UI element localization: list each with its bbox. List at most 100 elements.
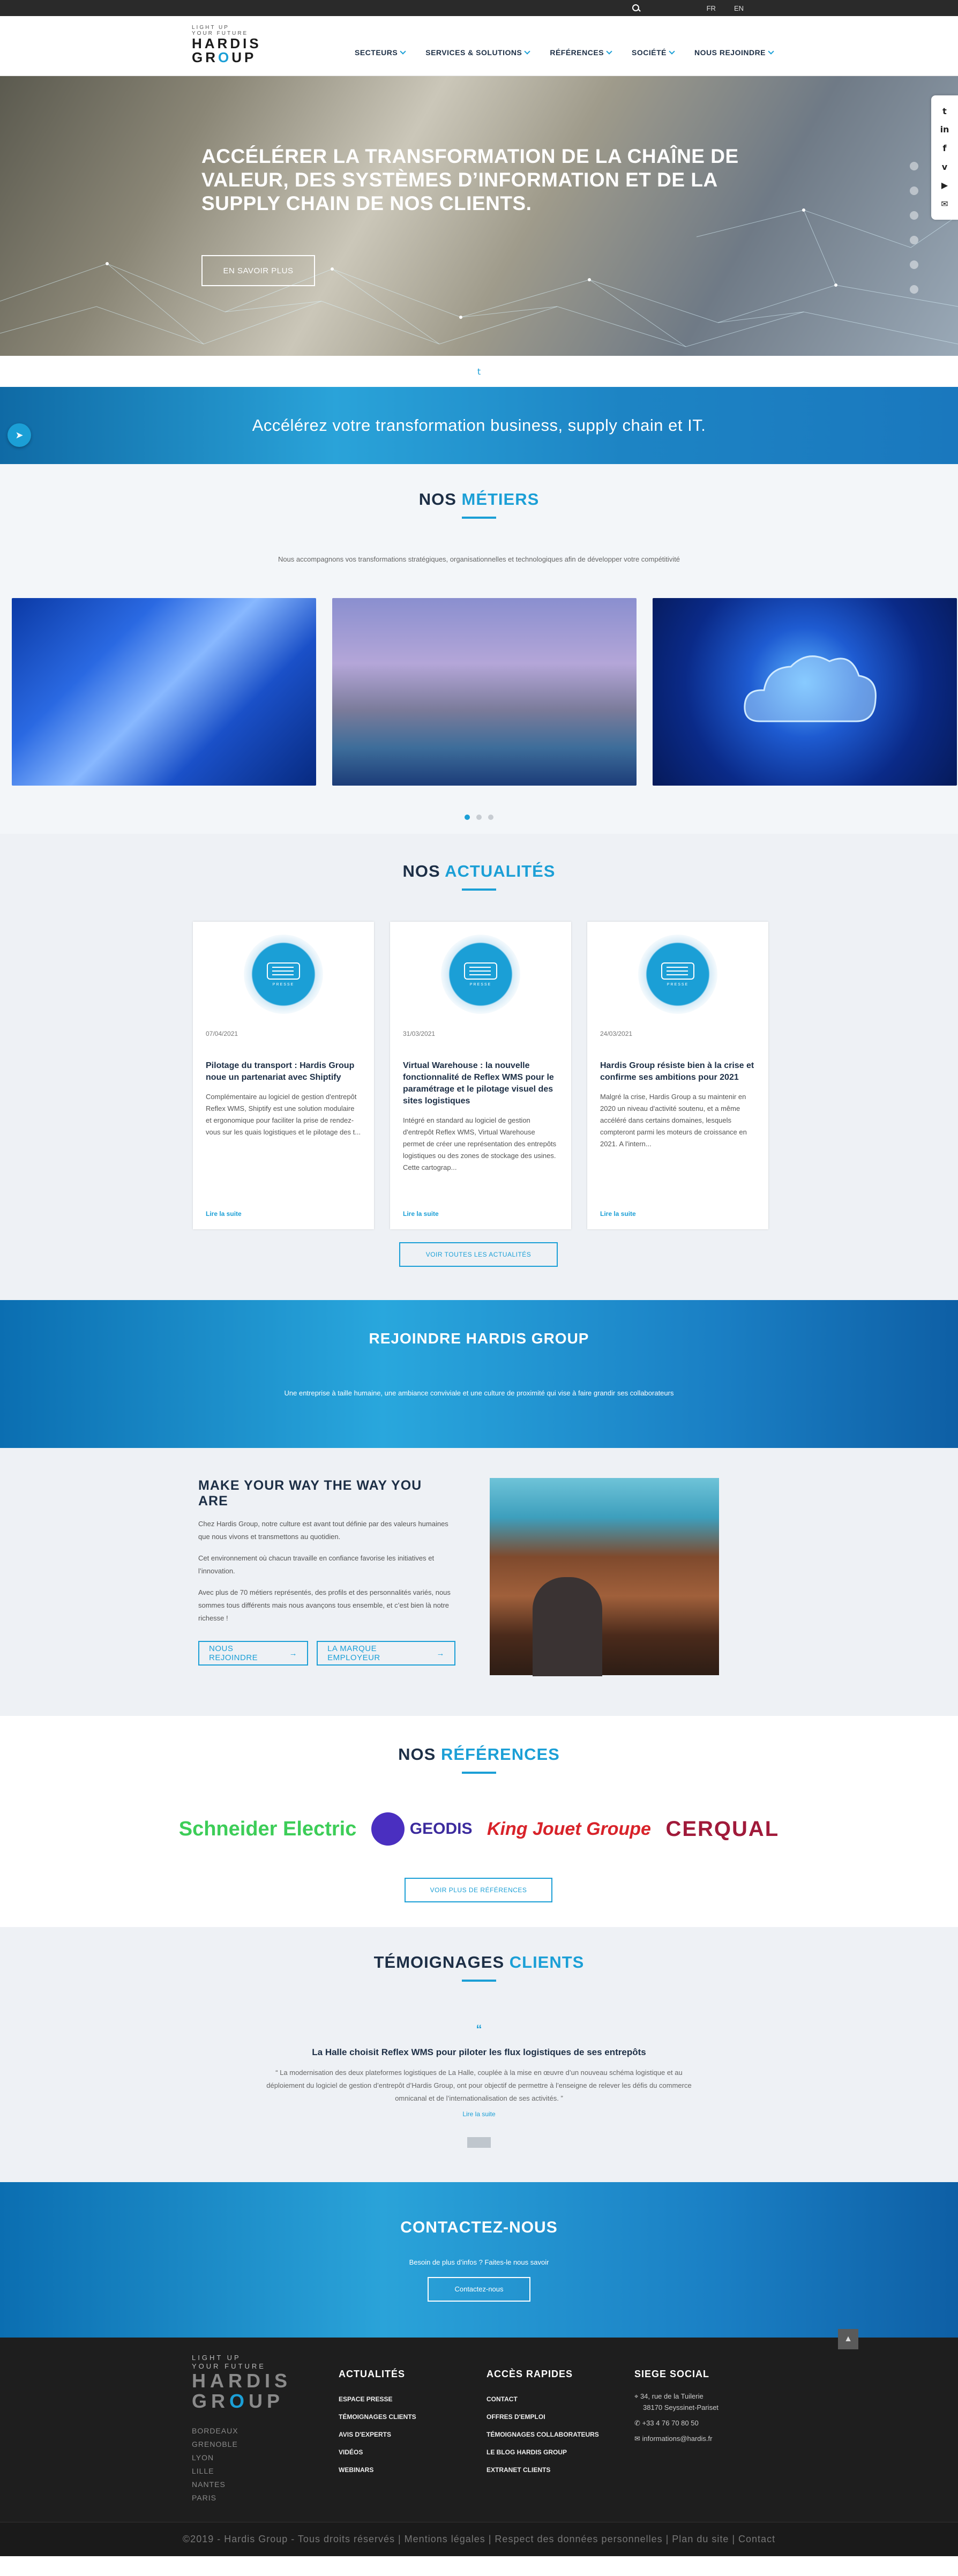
footer: LIGHT UP YOUR FUTURE HARDIS GROUP BORDEA… [0, 2338, 958, 2522]
contact-banner: CONTACTEZ-NOUS Besoin de plus d’infos ? … [0, 2182, 958, 2349]
main-nav: SECTEURS SERVICES & SOLUTIONS RÉFÉRENCES… [355, 48, 774, 57]
city: NANTES [192, 2480, 226, 2489]
footer-col-acces-rapides: ACCÈS RAPIDES CONTACT OFFRES D'EMPLOI TÉ… [487, 2369, 599, 2479]
footer-link[interactable]: AVIS D'EXPERTS [339, 2426, 416, 2444]
more-references-button[interactable]: VOIR PLUS DE RÉFÉRENCES [405, 1878, 552, 1902]
read-more-link[interactable]: Lire la suite [403, 1210, 439, 1218]
lang-fr-link[interactable]: FR [707, 4, 716, 12]
news-list: PRESSE 07/04/2021 Pilotage du transport … [193, 922, 768, 1229]
hero-slider-dots [910, 162, 918, 294]
footer-link[interactable]: OFFRES D'EMPLOI [487, 2408, 599, 2426]
cerqual-logo: CERQUAL [665, 1817, 780, 1841]
news-title[interactable]: Pilotage du transport : Hardis Group nou… [206, 1060, 361, 1084]
chat-icon[interactable]: ➤ [8, 423, 31, 447]
news-title[interactable]: Hardis Group résiste bien à la crise et … [600, 1060, 755, 1084]
footer-link[interactable]: TÉMOIGNAGES CLIENTS [339, 2408, 416, 2426]
reference-logos: Schneider Electric GEODIS King Jouet Gro… [0, 1812, 958, 1846]
twitter-icon[interactable]: t [477, 367, 481, 377]
facebook-icon[interactable]: f [938, 143, 951, 153]
city-list: BORDEAUX GRENOBLE LYON LILLE NANTES PARI… [192, 2424, 291, 2505]
footer-link[interactable]: VIDÉOS [339, 2444, 416, 2461]
metier-card-image[interactable] [12, 598, 316, 786]
king-jouet-logo: King Jouet Groupe [487, 1818, 651, 1839]
news-card[interactable]: PRESSE 07/04/2021 Pilotage du transport … [193, 922, 374, 1229]
search-icon[interactable] [632, 4, 640, 12]
slide-dot[interactable] [910, 236, 918, 244]
metiers-title: NOS MÉTIERS [418, 490, 540, 509]
read-more-link[interactable]: Lire la suite [600, 1210, 636, 1218]
slide-dot[interactable] [910, 186, 918, 195]
news-card[interactable]: PRESSE 24/03/2021 Hardis Group résiste b… [587, 922, 768, 1229]
testimonial-text: “ La modernisation des deux plateformes … [266, 2069, 692, 2102]
viadeo-icon[interactable]: v [938, 162, 951, 172]
nav-societe[interactable]: SOCIÉTÉ [632, 48, 675, 57]
footer-link[interactable]: TÉMOIGNAGES COLLABORATEURS [487, 2426, 599, 2444]
banner-text: Accélérez votre transformation business,… [252, 416, 706, 435]
read-more-link[interactable]: Lire la suite [206, 1210, 242, 1218]
metier-card-image[interactable] [332, 598, 637, 786]
nav-services-solutions[interactable]: SERVICES & SOLUTIONS [425, 48, 531, 57]
slide-dot[interactable] [910, 260, 918, 269]
top-bar: FR EN [0, 0, 958, 16]
email[interactable]: ✉ informations@hardis.fr [634, 2433, 718, 2444]
rejoindre-text: Une entreprise à taille humaine, une amb… [284, 1388, 674, 1397]
contact-button[interactable]: Contactez-nous [428, 2276, 530, 2302]
news-card[interactable]: PRESSE 31/03/2021 Virtual Warehouse : la… [390, 922, 571, 1229]
nav-nous-rejoindre[interactable]: NOUS REJOINDRE [694, 48, 774, 57]
schneider-electric-logo: Schneider Electric [178, 1817, 357, 1840]
nav-secteurs[interactable]: SECTEURS [355, 48, 406, 57]
phone[interactable]: ✆ +33 4 76 70 80 50 [634, 2417, 718, 2429]
testimonial-pager[interactable] [467, 2137, 491, 2148]
footer-link[interactable]: EXTRANET CLIENTS [487, 2461, 599, 2479]
linkedin-icon[interactable]: in [938, 124, 951, 135]
twitter-icon[interactable]: t [938, 106, 951, 116]
paragraph: Avec plus de 70 métiers représentés, des… [198, 1588, 451, 1622]
chevron-down-icon [768, 48, 774, 55]
nous-rejoindre-button[interactable]: NOUS REJOINDRE → [198, 1641, 309, 1666]
carousel-dot[interactable] [465, 815, 470, 820]
chevron-down-icon [524, 48, 531, 55]
hardis-logo[interactable]: LIGHT UP YOUR FUTURE HARDIS GROUP [192, 25, 272, 64]
chevron-down-icon [606, 48, 612, 55]
references-title: NOS RÉFÉRENCES [398, 1745, 560, 1764]
read-more-link[interactable]: Lire la suite [0, 2110, 958, 2118]
scroll-to-top-icon[interactable]: ▲ [838, 2329, 858, 2349]
references-section: NOS RÉFÉRENCES Schneider Electric GEODIS… [0, 1716, 958, 1927]
marque-employeur-button[interactable]: LA MARQUE EMPLOYEUR → [317, 1641, 455, 1666]
slide-dot[interactable] [910, 211, 918, 220]
temoignages-title: TÉMOIGNAGES CLIENTS [373, 1953, 585, 1972]
chevron-down-icon [669, 48, 675, 55]
en-savoir-plus-button[interactable]: EN SAVOIR PLUS [201, 255, 315, 286]
slide-dot[interactable] [910, 285, 918, 294]
make-your-way-buttons: NOUS REJOINDRE → LA MARQUE EMPLOYEUR → [198, 1641, 455, 1666]
header: LIGHT UP YOUR FUTURE HARDIS GROUP SECTEU… [0, 16, 958, 76]
network-background [0, 208, 958, 347]
canyon-photo [490, 1478, 719, 1676]
address: ⌖ 34, rue de la Tuilerie 38170 Seyssinet-… [634, 2392, 718, 2411]
carousel-dot[interactable] [476, 815, 482, 820]
paragraph: Cet environnement où chacun travaille en… [198, 1554, 435, 1575]
metier-card-image[interactable] [653, 598, 957, 786]
contact-text: Besoin de plus d’infos ? Faites-le nous … [409, 2258, 549, 2266]
city: LILLE [192, 2467, 214, 2475]
all-news-button[interactable]: VOIR TOUTES LES ACTUALITÉS [399, 1242, 558, 1267]
footer-link[interactable]: CONTACT [487, 2391, 599, 2408]
lang-en-link[interactable]: EN [734, 4, 744, 12]
footer-link[interactable]: WEBINARS [339, 2461, 416, 2479]
news-date: 07/04/2021 [206, 1030, 238, 1037]
email-icon[interactable]: ✉ [938, 199, 951, 209]
news-title[interactable]: Virtual Warehouse : la nouvelle fonction… [403, 1060, 558, 1107]
arrow-right-icon: → [289, 1648, 298, 1658]
twitter-strip: t [0, 356, 958, 387]
logo-name-1: HARDIS [192, 35, 261, 51]
carousel-dot[interactable] [488, 815, 493, 820]
map-pin-icon: ⌖ [634, 2392, 640, 2400]
city: BORDEAUX [192, 2426, 238, 2435]
news-excerpt: Complémentaire au logiciel de gestion d'… [206, 1093, 361, 1136]
nav-references[interactable]: RÉFÉRENCES [550, 48, 612, 57]
slide-dot[interactable] [910, 162, 918, 170]
footer-link[interactable]: ESPACE PRESSE [339, 2391, 416, 2408]
youtube-icon[interactable]: ▶ [938, 180, 951, 190]
footer-link[interactable]: LE BLOG HARDIS GROUP [487, 2444, 599, 2461]
phone-icon: ✆ [634, 2419, 642, 2427]
